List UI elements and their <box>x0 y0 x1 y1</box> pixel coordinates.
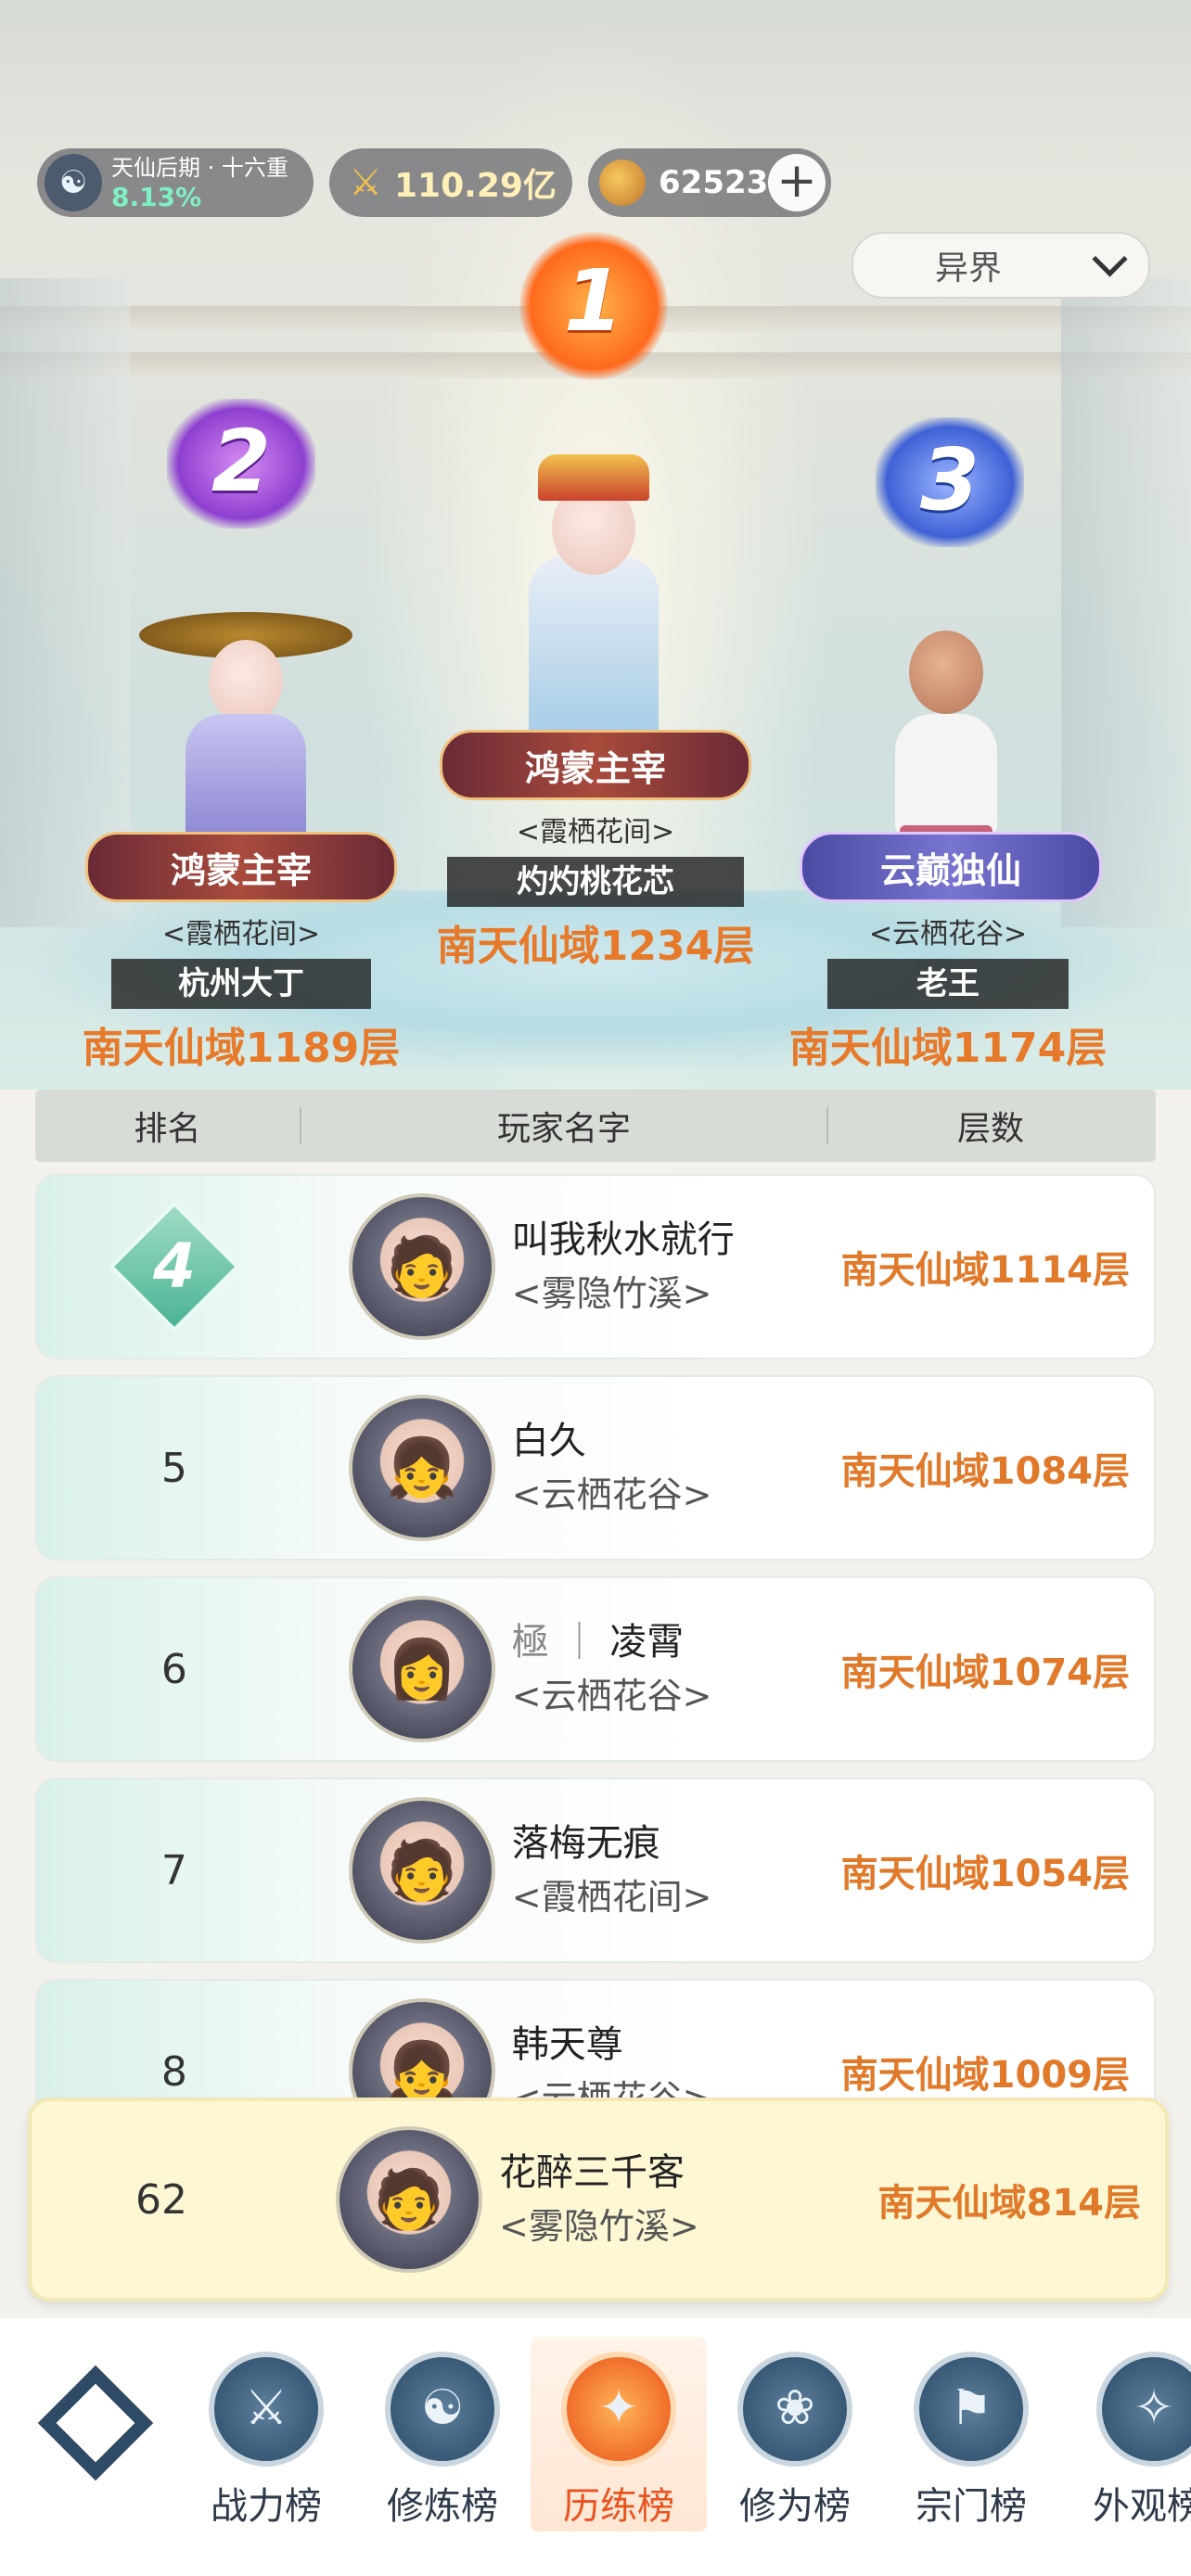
my-ranking-row[interactable]: 62 🧑 花醉三千客 <雾隐竹溪> 南天仙域814层 <box>28 2098 1169 2302</box>
player-sect: <云栖花谷> <box>511 1676 712 1716</box>
region-dropdown[interactable]: 异界 <box>852 232 1150 299</box>
chevron-down-icon <box>1092 241 1128 277</box>
tab-sect[interactable]: ⚑ 宗门榜 <box>883 2337 1059 2531</box>
realm-name: 天仙后期 · 十六重 <box>111 155 288 181</box>
rank-1-player-name[interactable]: 灼灼桃花芯 <box>447 857 744 907</box>
rank-cell: 6 <box>160 1645 187 1693</box>
player-name: 極 ｜ 凌霄 <box>511 1621 685 1664</box>
rank-3-player-name[interactable]: 老王 <box>827 959 1069 1009</box>
lotus-icon: ❀ <box>737 2352 852 2467</box>
table-row[interactable]: 6 👩 極 ｜ 凌霄 <云栖花谷> 南天仙域1074层 <box>35 1576 1156 1762</box>
sword-icon: ⚔ <box>209 2352 324 2467</box>
rank-2-medal: 2 <box>167 399 315 529</box>
tab-combat-power[interactable]: ⚔ 战力榜 <box>178 2337 354 2531</box>
my-player-name: 花醉三千客 <box>499 2151 685 2194</box>
player-layer: 南天仙域1009层 <box>840 2054 1130 2097</box>
ranking-hero: ☯ 天仙后期 · 十六重 8.13% ⚔ 110.29亿 62523 + 异界 … <box>0 0 1191 1090</box>
player-layer: 南天仙域1054层 <box>840 1853 1130 1895</box>
avatar[interactable]: 👩 <box>348 1596 495 1742</box>
tab-label: 历练榜 <box>563 2485 674 2528</box>
rank-3-medal: 3 <box>876 417 1024 547</box>
column-layer: 层数 <box>956 1110 1024 1148</box>
player-sect: <雾隐竹溪> <box>511 1273 712 1314</box>
my-player-layer: 南天仙域814层 <box>877 2182 1142 2225</box>
avatar[interactable]: 🧑 <box>348 1797 495 1944</box>
column-player-name: 玩家名字 <box>496 1110 631 1148</box>
rank-2-player-name[interactable]: 杭州大丁 <box>111 959 371 1009</box>
column-rank: 排名 <box>134 1110 201 1148</box>
table-row[interactable]: 4 🧑 叫我秋水就行 <雾隐竹溪> 南天仙域1114层 <box>35 1174 1156 1359</box>
player-name: 韩天尊 <box>511 2023 623 2066</box>
tab-label: 战力榜 <box>211 2485 322 2528</box>
rank-cell: 7 <box>160 1846 187 1894</box>
my-rank: 62 <box>135 2175 187 2224</box>
rank-1-layer: 南天仙域1234层 <box>436 923 755 970</box>
player-name: 落梅无痕 <box>511 1822 660 1865</box>
player-name: 白久 <box>511 1420 586 1462</box>
table-row[interactable]: 5 👧 白久 <云栖花谷> 南天仙域1084层 <box>35 1375 1156 1561</box>
cultivator-icon: ☯ <box>45 154 102 211</box>
spirit-stone-balance[interactable]: 62523 + <box>588 148 831 217</box>
add-currency-button[interactable]: + <box>768 154 826 211</box>
rank-4-badge: 4 <box>109 1201 240 1333</box>
star-icon: ✦ <box>561 2352 676 2467</box>
tab-label: 修炼榜 <box>387 2485 498 2528</box>
rank-1-sect: <霞栖花间> <box>516 816 675 848</box>
player-sect: <霞栖花间> <box>511 1877 712 1918</box>
rank-cell: 8 <box>160 2047 187 2096</box>
player-name: 叫我秋水就行 <box>511 1218 735 1261</box>
region-dropdown-value: 异界 <box>935 249 1003 287</box>
crossed-swords-icon: ⚔ <box>349 161 382 204</box>
rank-3-sect: <云栖花谷> <box>868 918 1028 950</box>
table-row[interactable]: 7 🧑 落梅无痕 <霞栖花间> 南天仙域1054层 <box>35 1778 1156 1963</box>
rank-3-layer: 南天仙域1174层 <box>788 1025 1108 1072</box>
temple-pillar <box>1061 278 1191 927</box>
player-sect: <云栖花谷> <box>511 1474 712 1515</box>
tab-trial[interactable]: ✦ 历练榜 <box>531 2337 707 2531</box>
realm-progress: 8.13% <box>111 182 202 212</box>
rank-1-character[interactable] <box>482 454 705 770</box>
avatar[interactable]: 👧 <box>348 1395 495 1541</box>
rank-2-sect: <霞栖花间> <box>161 918 321 950</box>
rank-cell: 5 <box>160 1444 187 1492</box>
tab-appearance[interactable]: ✧ 外观榜 <box>1059 2337 1191 2531</box>
banner-icon: ⚑ <box>914 2352 1029 2467</box>
tab-label: 外观榜 <box>1093 2485 1191 2528</box>
tab-label: 宗门榜 <box>916 2485 1027 2528</box>
my-player-sect: <雾隐竹溪> <box>499 2206 699 2247</box>
robe-icon: ✧ <box>1096 2352 1191 2467</box>
rank-1-medal: 1 <box>519 232 668 380</box>
player-layer: 南天仙域1074层 <box>840 1651 1130 1694</box>
realm-status[interactable]: ☯ 天仙后期 · 十六重 8.13% <box>37 148 314 217</box>
player-title-prefix: 極 ｜ <box>511 1621 610 1664</box>
avatar[interactable]: 🧑 <box>348 1193 495 1340</box>
player-layer: 南天仙域1084层 <box>840 1450 1130 1493</box>
spirit-stone-icon <box>599 159 646 206</box>
rank-2-layer: 南天仙域1189层 <box>82 1025 401 1072</box>
ranking-menu-icon[interactable] <box>37 2365 154 2481</box>
my-avatar[interactable]: 🧑 <box>336 2126 482 2273</box>
rank-2-title-badge: 鸿蒙主宰 <box>85 832 397 902</box>
spirit-stone-value: 62523 <box>659 164 769 201</box>
combat-power-value: 110.29亿 <box>394 167 557 205</box>
ranking-table-header: 排名 玩家名字 层数 <box>35 1090 1156 1162</box>
rank-3-title-badge: 云巅独仙 <box>800 832 1102 902</box>
tab-label: 修为榜 <box>739 2485 851 2528</box>
yin-yang-icon: ☯ <box>385 2352 500 2467</box>
player-layer: 南天仙域1114层 <box>840 1249 1130 1292</box>
rank-cell: 4 <box>37 1201 312 1333</box>
rank-1-title-badge: 鸿蒙主宰 <box>440 730 751 800</box>
tab-cultivation[interactable]: ☯ 修炼榜 <box>354 2337 531 2531</box>
temple-pillar <box>0 278 130 927</box>
combat-power[interactable]: ⚔ 110.29亿 <box>329 148 572 217</box>
tab-realm[interactable]: ❀ 修为榜 <box>707 2337 883 2531</box>
